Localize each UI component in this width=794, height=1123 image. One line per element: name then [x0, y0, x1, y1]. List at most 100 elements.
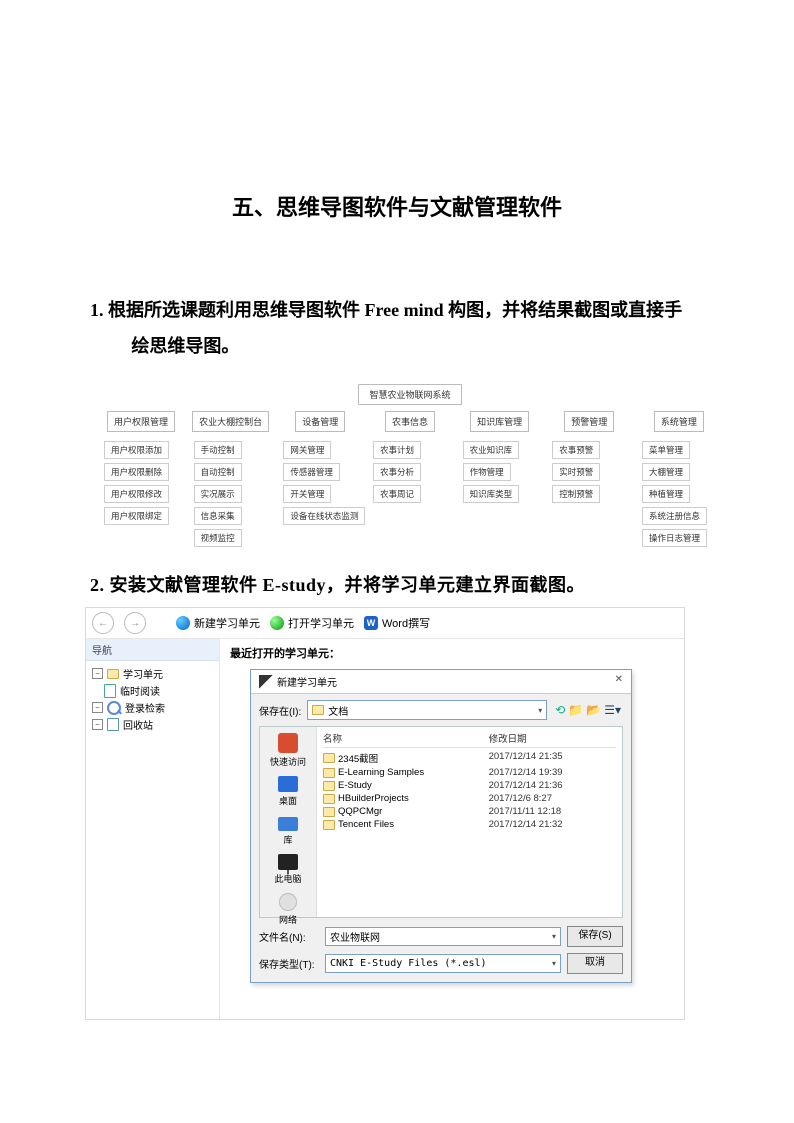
- back-button[interactable]: ←: [92, 612, 114, 634]
- tree-label: 登录检索: [125, 700, 165, 715]
- dialog-titlebar: 新建学习单元 ✕: [251, 670, 631, 694]
- file-row[interactable]: E-Study2017/12/14 21:36: [323, 779, 616, 792]
- place-desktop[interactable]: 桌面: [278, 776, 298, 807]
- mm-child-node: 作物管理: [463, 463, 511, 481]
- pen-icon: [259, 675, 273, 689]
- sidebar-header: 导航: [86, 639, 219, 661]
- place-network[interactable]: 网络: [279, 893, 297, 926]
- recent-units-title: 最近打开的学习单元：: [230, 645, 674, 661]
- folder-icon: [323, 781, 335, 791]
- tree-item-login-search[interactable]: − 登录检索: [90, 699, 215, 716]
- chevron-down-icon: ▾: [538, 706, 542, 715]
- save-button[interactable]: 保存(S): [567, 926, 623, 947]
- file-row[interactable]: QQPCMgr2017/11/11 12:18: [323, 805, 616, 818]
- mm-child-node: 实况展示: [194, 485, 242, 503]
- new-folder-icon[interactable]: 📂: [586, 703, 601, 717]
- mm-branch: 用户权限管理用户权限添加用户权限删除用户权限修改用户权限绑定: [100, 411, 182, 549]
- blue-sphere-icon: [176, 616, 190, 630]
- mm-child-node: 视频监控: [194, 529, 242, 547]
- places-bar: 快速访问 桌面 库 此: [260, 727, 317, 917]
- file-name-text: E-Learning Samples: [338, 767, 424, 778]
- pc-icon: [278, 854, 298, 870]
- mm-branch: 系统管理菜单管理大棚管理种植管理系统注册信息操作日志管理: [638, 411, 720, 549]
- tree-item-recycle-bin[interactable]: − 回收站: [90, 716, 215, 733]
- place-quick-access[interactable]: 快速访问: [270, 733, 306, 768]
- file-name-text: E-Study: [338, 780, 372, 791]
- mm-child-node: 农业知识库: [463, 441, 520, 459]
- forward-button[interactable]: →: [124, 612, 146, 634]
- filetype-select[interactable]: CNKI E-Study Files (*.esl) ▾: [325, 954, 561, 973]
- file-date-text: 2017/12/14 21:32: [489, 819, 616, 830]
- column-header-name[interactable]: 名称: [323, 731, 489, 745]
- word-write-button[interactable]: W Word撰写: [364, 615, 430, 631]
- file-date-text: 2017/11/11 12:18: [489, 806, 616, 817]
- mm-child-node: 用户权限添加: [104, 441, 169, 459]
- dialog-title-text: 新建学习单元: [277, 674, 337, 689]
- mm-branch: 预警管理农事预警实时预警控制预警: [548, 411, 630, 549]
- tree-item-study-unit[interactable]: − 学习单元: [90, 665, 215, 682]
- collapse-icon[interactable]: −: [92, 668, 103, 679]
- mm-branch-head: 设备管理: [295, 411, 345, 432]
- quick-access-icon: [278, 733, 298, 753]
- file-row[interactable]: Tencent Files 2017/12/14 21:32: [323, 818, 616, 831]
- new-unit-button[interactable]: 新建学习单元: [176, 615, 260, 631]
- word-write-label: Word撰写: [382, 615, 430, 631]
- save-location-text: 文档: [328, 703, 348, 718]
- up-folder-icon[interactable]: 📁: [568, 703, 583, 717]
- file-list[interactable]: 名称 修改日期 2345截图2017/12/14 21:35E-Learning…: [317, 727, 622, 917]
- chevron-down-icon: ▾: [552, 932, 556, 941]
- place-label: 快速访问: [270, 755, 306, 768]
- cancel-button[interactable]: 取消: [567, 953, 623, 974]
- mm-child-node: 信息采集: [194, 507, 242, 525]
- mm-branch-head: 用户权限管理: [107, 411, 175, 432]
- file-date-text: 2017/12/6 8:27: [489, 793, 616, 804]
- mm-child-node: 控制预警: [552, 485, 600, 503]
- place-this-pc[interactable]: 此电脑: [274, 854, 301, 885]
- file-date-text: 2017/12/14 21:35: [489, 751, 616, 765]
- collapse-icon[interactable]: −: [92, 702, 103, 713]
- mm-child-node: 实时预警: [552, 463, 600, 481]
- mm-child-node: 系统注册信息: [642, 507, 707, 525]
- place-label: 库: [283, 833, 292, 846]
- mm-branch-head: 农事信息: [385, 411, 435, 432]
- save-location-select[interactable]: 文档 ▾: [307, 700, 547, 720]
- dialog-toolbar-icons: ⟲ 📁 📂 ☰▾: [553, 703, 623, 717]
- mm-child-node: 自动控制: [194, 463, 242, 481]
- mm-child-node: 用户权限修改: [104, 485, 169, 503]
- mm-child-node: 设备在线状态监测: [283, 507, 365, 525]
- collapse-icon[interactable]: −: [92, 719, 103, 730]
- filename-label: 文件名(N):: [259, 929, 319, 944]
- file-row[interactable]: E-Learning Samples 2017/12/14 19:39: [323, 766, 616, 779]
- mm-branch-head: 农业大棚控制台: [192, 411, 269, 432]
- section-title: 五、思维导图软件与文献管理软件: [100, 190, 694, 222]
- filename-input[interactable]: 农业物联网 ▾: [325, 927, 561, 946]
- file-date-text: 2017/12/14 19:39: [489, 767, 616, 778]
- file-name-text: Tencent Files: [338, 819, 394, 830]
- open-unit-label: 打开学习单元: [288, 615, 354, 631]
- folder-icon: [323, 753, 335, 763]
- network-icon: [279, 893, 297, 911]
- filename-value: 农业物联网: [330, 929, 380, 944]
- view-menu-icon[interactable]: ☰▾: [604, 703, 621, 717]
- close-button[interactable]: ✕: [615, 674, 623, 689]
- estudy-toolbar: ← → 新建学习单元 打开学习单元 W Word撰写: [86, 608, 684, 639]
- tree-label: 学习单元: [123, 666, 163, 681]
- mm-branch-head: 预警管理: [564, 411, 614, 432]
- file-row[interactable]: 2345截图2017/12/14 21:35: [323, 750, 616, 766]
- place-libraries[interactable]: 库: [278, 815, 298, 846]
- open-unit-button[interactable]: 打开学习单元: [270, 615, 354, 631]
- file-row[interactable]: HBuilderProjects2017/12/6 8:27: [323, 792, 616, 805]
- mm-child-node: 农事计划: [373, 441, 421, 459]
- filetype-value: CNKI E-Study Files (*.esl): [330, 958, 487, 969]
- estudy-window: ← → 新建学习单元 打开学习单元 W Word撰写 导航 −: [85, 607, 685, 1020]
- mm-child-node: 菜单管理: [642, 441, 690, 459]
- mm-branch-head: 知识库管理: [470, 411, 529, 432]
- mm-child-node: 知识库类型: [463, 485, 520, 503]
- mm-child-node: 操作日志管理: [642, 529, 707, 547]
- back-arrow-icon[interactable]: ⟲: [555, 703, 565, 717]
- tree-label: 临时阅读: [120, 683, 160, 698]
- column-header-date[interactable]: 修改日期: [489, 731, 616, 745]
- mm-child-node: 农事预警: [552, 441, 600, 459]
- tree-item-temp-read[interactable]: 临时阅读: [90, 682, 215, 699]
- mm-child-node: 传感器管理: [283, 463, 340, 481]
